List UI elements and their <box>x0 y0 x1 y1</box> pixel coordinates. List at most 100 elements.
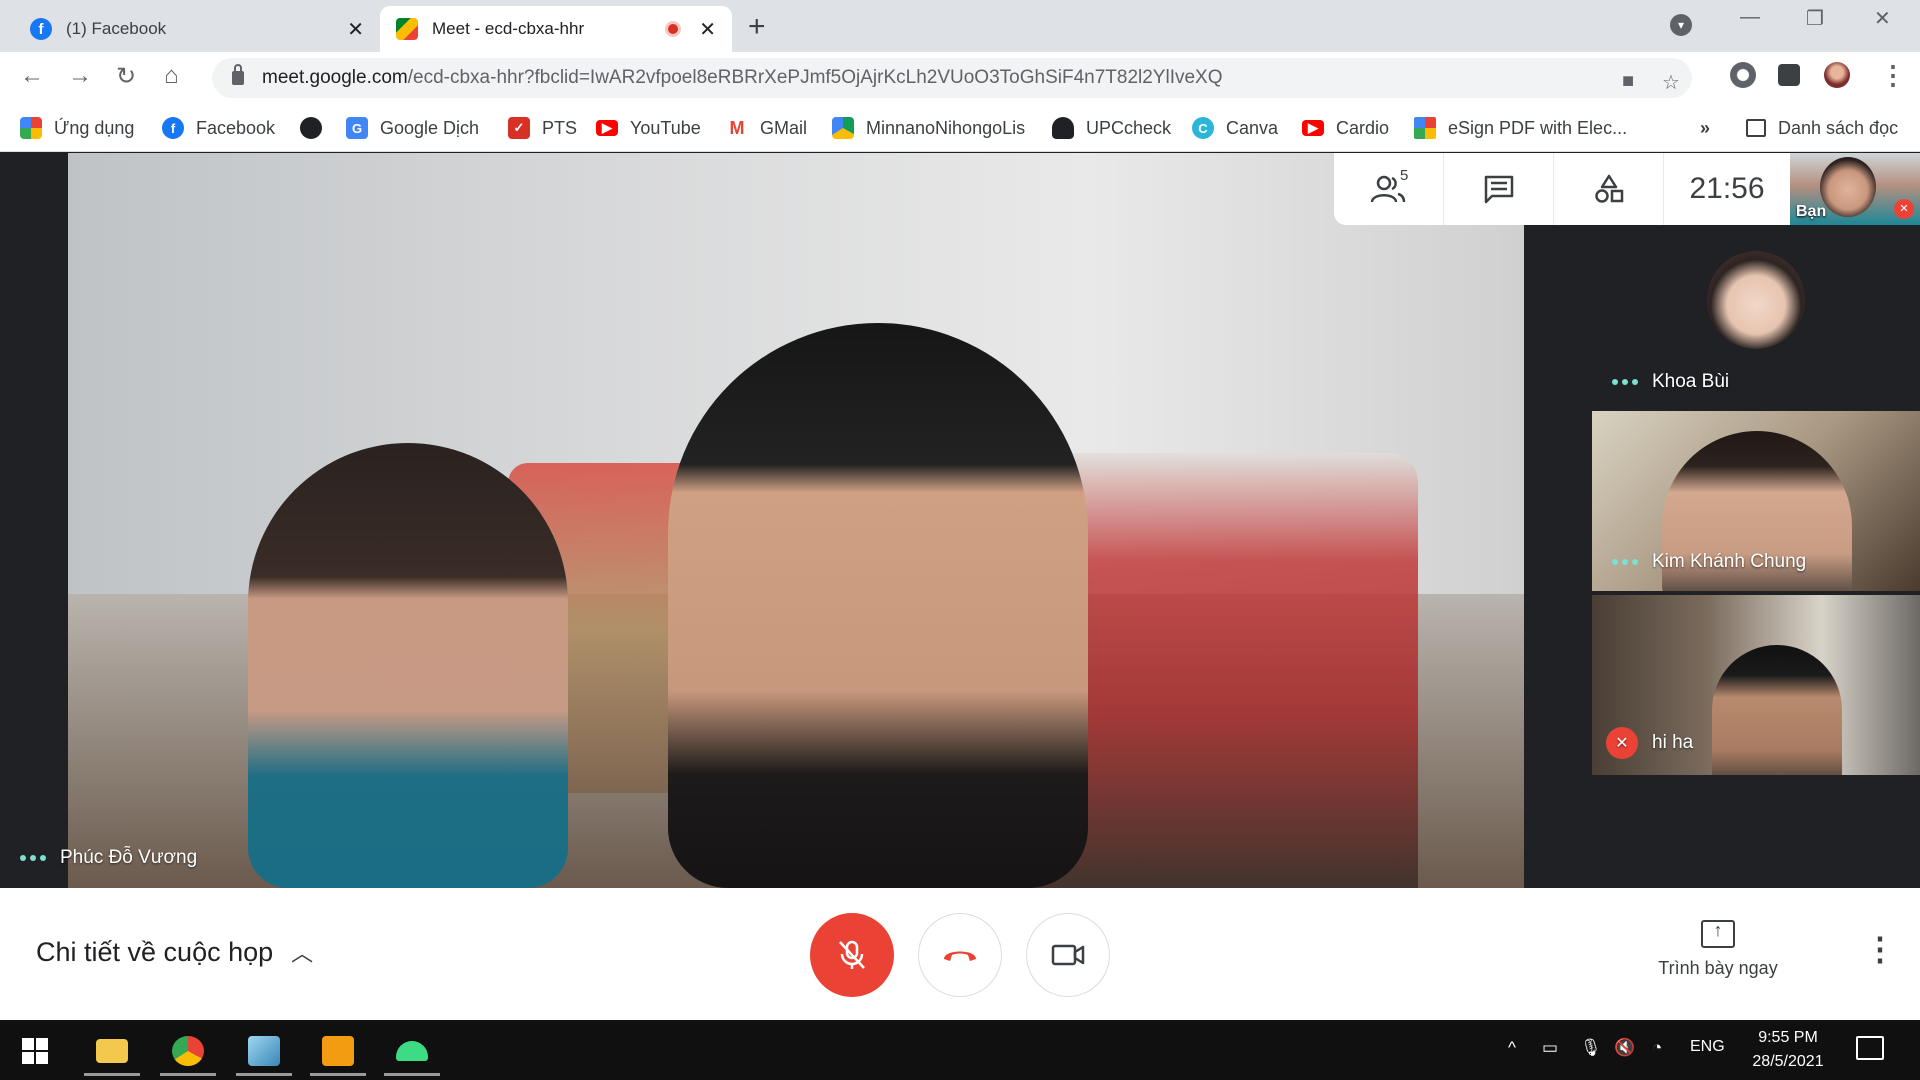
speaking-indicator-icon <box>20 855 46 861</box>
battery-icon[interactable]: ▭ <box>1542 1038 1558 1058</box>
bookmark-label: Ứng dụng <box>54 117 135 138</box>
reload-button[interactable]: ↻ <box>116 62 136 91</box>
apps-grid-icon <box>20 117 42 139</box>
bookmark-label: Facebook <box>196 117 276 138</box>
bookmark-youtube[interactable]: ▶ YouTube <box>596 114 701 142</box>
leave-call-button[interactable] <box>918 913 1002 997</box>
reading-list-button[interactable]: Danh sách đọc <box>1746 114 1898 142</box>
google-drive-icon <box>832 117 854 139</box>
youtube-icon: ▶ <box>596 120 618 136</box>
speaker-muted-icon[interactable]: 🔇 <box>1614 1038 1635 1058</box>
tab-title: Meet - ecd-cbxa-hhr <box>432 19 585 38</box>
windows-start-icon[interactable] <box>22 1038 48 1064</box>
hang-up-icon <box>944 951 976 961</box>
meeting-controls-bar: Chi tiết về cuộc họp ︿ Trình bày ngay <box>0 888 1920 1020</box>
bookmark-esign[interactable]: eSign PDF with Elec... <box>1414 114 1627 142</box>
restore-button[interactable]: ❐ <box>1806 6 1824 31</box>
minimize-button[interactable]: — <box>1740 6 1760 29</box>
chevron-up-icon: ︿ <box>291 941 314 966</box>
close-window-button[interactable]: ✕ <box>1874 6 1891 31</box>
google-translate-icon: G <box>346 117 368 139</box>
meeting-details-label: Chi tiết về cuộc họp <box>36 936 274 967</box>
bookmark-apps[interactable]: Ứng dụng <box>20 114 134 142</box>
mic-off-icon: ✕ <box>1606 727 1638 759</box>
extension-icon[interactable] <box>1730 62 1756 88</box>
profile-avatar[interactable] <box>1824 62 1850 88</box>
file-explorer-icon[interactable] <box>84 1028 140 1076</box>
chrome-icon[interactable] <box>160 1028 216 1076</box>
bookmark-google-translate[interactable]: G Google Dịch <box>346 114 479 142</box>
tab-search-icon[interactable]: ▾ <box>1670 14 1692 36</box>
participant-label: Khoa Bùi <box>1612 371 1729 393</box>
participant-tile[interactable]: ✕ hi ha <box>1592 595 1920 775</box>
camera-toggle-button[interactable] <box>1026 913 1110 997</box>
browser-tab-strip: f (1) Facebook ✕ Meet - ecd-cbxa-hhr ✕ +… <box>0 0 1920 52</box>
bookmark-label: Canva <box>1226 117 1279 138</box>
close-tab-icon[interactable]: ✕ <box>699 17 716 42</box>
participant-tile[interactable]: Khoa Bùi <box>1592 225 1920 408</box>
new-tab-button[interactable]: + <box>748 10 766 44</box>
microphone-icon[interactable]: 🎙 <box>1580 1038 1602 1058</box>
bookmark-upccheck[interactable]: UPCcheck <box>1052 114 1171 142</box>
bookmark-label: Google Dịch <box>380 117 480 138</box>
notification-center-icon[interactable] <box>1856 1036 1884 1060</box>
tab-meet[interactable]: Meet - ecd-cbxa-hhr ✕ <box>380 6 732 52</box>
recording-indicator-icon <box>665 21 682 37</box>
system-date: 28/5/2021 <box>1752 1053 1824 1070</box>
avatar <box>1707 251 1805 349</box>
system-clock[interactable]: 9:55 PM 28/5/2021 <box>1722 1026 1854 1074</box>
linux-tux-icon <box>1052 117 1074 139</box>
bookmarks-overflow-button[interactable]: » <box>1700 114 1710 142</box>
notepad-icon[interactable] <box>236 1028 292 1076</box>
participant-tile[interactable]: Kim Khánh Chung <box>1592 411 1920 591</box>
chat-button[interactable] <box>1444 153 1554 225</box>
bookmark-label: MinnanoNihongoLis <box>866 117 1026 138</box>
bookmark-star-icon[interactable]: ☆ <box>1662 70 1680 95</box>
main-speaker-label: Phúc Đỗ Vương <box>20 847 197 869</box>
self-view-tile[interactable]: Bạn ✕ <box>1790 153 1920 225</box>
back-button[interactable]: ← <box>20 62 44 90</box>
bookmark-facebook[interactable]: f Facebook <box>162 114 275 142</box>
activities-button[interactable] <box>1554 153 1664 225</box>
bookmark-pts[interactable]: ✓ PTS <box>508 114 577 142</box>
present-now-label: Trình bày ngay <box>1658 958 1778 978</box>
windows-taskbar: ^ ▭ 🎙 🔇 ◔ ENG 9:55 PM 28/5/2021 <box>0 1020 1920 1080</box>
gmail-icon: M <box>726 117 748 139</box>
bookmark-globe[interactable] <box>300 114 334 142</box>
chevron-up-icon[interactable]: ^ <box>1508 1038 1516 1058</box>
language-indicator[interactable]: ENG <box>1690 1038 1725 1056</box>
pdf-app-icon[interactable] <box>310 1028 366 1076</box>
present-now-button[interactable]: Trình bày ngay <box>1640 920 1796 979</box>
bookmark-gmail[interactable]: M GMail <box>726 114 807 142</box>
canva-icon: C <box>1192 117 1214 139</box>
browser-menu-icon[interactable]: ⋮ <box>1880 60 1906 91</box>
google-meet-icon <box>396 18 418 40</box>
camera-in-use-icon[interactable]: ■ <box>1622 70 1634 93</box>
chat-icon <box>1484 175 1513 204</box>
participant-name: Kim Khánh Chung <box>1652 551 1807 572</box>
reading-list-label: Danh sách đọc <box>1778 117 1899 138</box>
video-camera-icon <box>1051 944 1085 966</box>
bookmark-label: PTS <box>542 117 578 138</box>
wifi-icon[interactable]: ◔ <box>1652 1038 1662 1058</box>
main-video-tile[interactable] <box>68 153 1524 888</box>
home-button[interactable]: ⌂ <box>164 62 179 90</box>
forward-button[interactable]: → <box>68 62 92 90</box>
extensions-puzzle-icon[interactable] <box>1778 64 1800 86</box>
bookmark-cardio[interactable]: ▶ Cardio <box>1302 114 1389 142</box>
participant-name: Khoa Bùi <box>1652 371 1730 392</box>
meeting-details-button[interactable]: Chi tiết về cuộc họp ︿ <box>36 936 313 968</box>
android-studio-icon[interactable] <box>384 1028 440 1076</box>
bookmark-canva[interactable]: C Canva <box>1192 114 1278 142</box>
more-options-icon[interactable]: ⋮ <box>1864 930 1896 968</box>
lock-icon[interactable] <box>232 64 244 85</box>
mic-off-icon: ✕ <box>1894 199 1914 219</box>
close-tab-icon[interactable]: ✕ <box>347 17 364 42</box>
tab-facebook[interactable]: f (1) Facebook ✕ <box>14 6 380 52</box>
bookmark-drive[interactable]: MinnanoNihongoLis <box>832 114 1025 142</box>
participant-label: Kim Khánh Chung <box>1612 551 1806 573</box>
address-bar[interactable]: meet.google.com/ecd-cbxa-hhr?fbclid=IwAR… <box>212 58 1692 98</box>
video-person <box>668 323 1088 888</box>
participants-button[interactable]: 5 <box>1334 153 1444 225</box>
microphone-toggle-button[interactable] <box>810 913 894 997</box>
